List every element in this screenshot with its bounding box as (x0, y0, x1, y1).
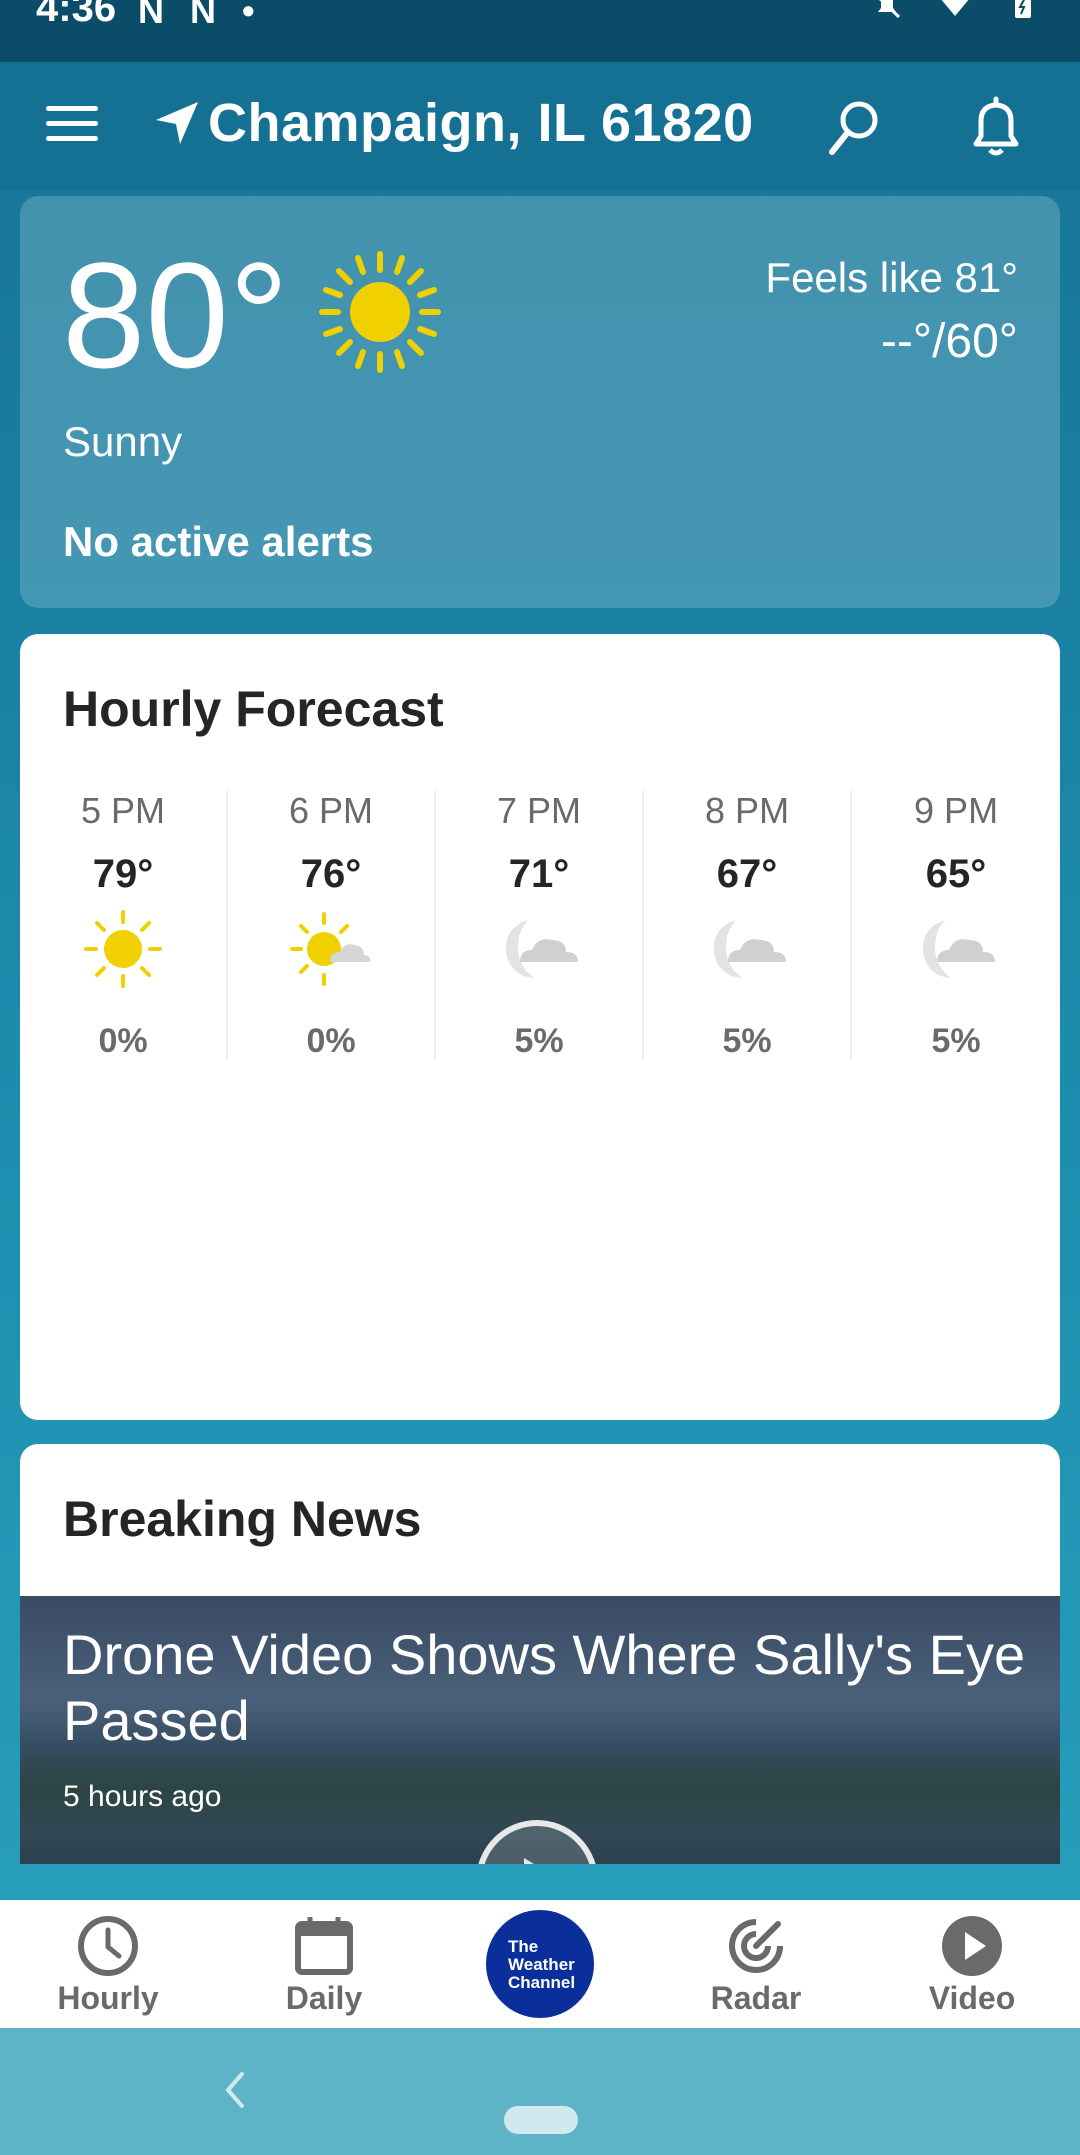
status-bar: 4:36 N N • (0, 0, 1080, 62)
bottom-navigation: Hourly Daily The Weather Channel Radar V… (0, 1900, 1080, 2028)
logo-text-line: Channel (508, 1973, 576, 1992)
hour-precip-chance: 5% (931, 1022, 981, 1060)
menu-icon[interactable] (46, 106, 98, 146)
hour-temperature: 67° (716, 852, 778, 896)
alerts-status[interactable]: No active alerts (63, 518, 374, 566)
nav-hourly[interactable]: Hourly (0, 1900, 216, 2028)
location-arrow-icon (156, 102, 198, 144)
silent-icon (878, 0, 901, 18)
hour-temperature: 71° (508, 852, 570, 896)
hour-precip-chance: 5% (514, 1022, 564, 1060)
hour-precip-chance: 0% (306, 1022, 356, 1060)
hour-precip-chance: 5% (722, 1022, 772, 1060)
breaking-news-title: Breaking News (63, 1491, 422, 1547)
hourly-forecast-card: Hourly Forecast 5 PM 79° 0% 6 PM 76° 0% … (20, 634, 1060, 1420)
clock-icon (78, 1916, 138, 1976)
nav-label: Video (928, 1980, 1016, 2016)
hourly-item[interactable]: 9 PM 65° 5% (852, 790, 1060, 1060)
play-icon[interactable] (474, 1818, 600, 1864)
breaking-news-card: Breaking News Drone Video Shows Where Sa… (20, 1444, 1060, 1864)
sun-icon (319, 251, 441, 373)
hourly-item[interactable]: 5 PM 79° 0% (20, 790, 229, 1060)
news-headline[interactable]: Drone Video Shows Where Sally's Eye Pass… (63, 1622, 1043, 1754)
sun-icon (84, 910, 162, 988)
current-temperature: 80° (62, 231, 289, 399)
nav-daily[interactable]: Daily (216, 1900, 432, 2028)
sun-cloud-icon (290, 912, 371, 986)
back-icon[interactable] (220, 2068, 248, 2112)
hourly-item[interactable]: 6 PM 76° 0% (228, 790, 437, 1060)
nav-radar[interactable]: Radar (648, 1900, 864, 2028)
news-timestamp: 5 hours ago (63, 1780, 222, 1813)
wifi-icon (941, 0, 969, 16)
location-selector[interactable]: Champaign, IL 61820 (152, 92, 754, 154)
logo-text-line: The (508, 1937, 539, 1956)
app-header: Champaign, IL 61820 (0, 62, 1080, 190)
home-button[interactable] (504, 2106, 578, 2134)
hour-temperature: 79° (92, 852, 154, 896)
hour-temperature: 76° (300, 852, 362, 896)
app-screen: 4:36 N N • Champaign, IL 61820 80° Feels… (0, 0, 1080, 2155)
status-icons (870, 0, 1040, 18)
play-icon (942, 1916, 1002, 1976)
hour-time: 6 PM (289, 790, 374, 831)
nav-label: Daily (285, 1980, 363, 2016)
moon-cloud-icon (922, 920, 996, 978)
hour-time: 5 PM (80, 790, 166, 831)
news-video-thumbnail[interactable]: Drone Video Shows Where Sally's Eye Pass… (20, 1596, 1060, 1864)
system-navigation-bar (0, 2028, 1080, 2155)
hourly-item[interactable]: 7 PM 71° 5% (436, 790, 645, 1060)
hour-precip-chance: 0% (98, 1022, 148, 1060)
hour-time: 9 PM (914, 790, 999, 831)
feels-like-temperature: Feels like 81° (765, 254, 1018, 301)
nav-weather-channel-home[interactable]: The Weather Channel (432, 1900, 648, 2028)
hourly-item[interactable]: 8 PM 67° 5% (644, 790, 853, 1060)
moon-cloud-icon (713, 920, 787, 978)
weather-channel-logo: The Weather Channel (486, 1910, 594, 2018)
hourly-forecast-title: Hourly Forecast (63, 681, 444, 737)
notification-icons: N N • (138, 0, 263, 31)
hour-temperature: 65° (925, 852, 987, 896)
moon-cloud-icon (505, 920, 579, 978)
battery-icon (1015, 0, 1031, 18)
current-condition: Sunny (63, 418, 183, 465)
nav-label: Hourly (57, 1980, 159, 2016)
hourly-forecast-list[interactable]: 5 PM 79° 0% 6 PM 76° 0% 7 PM 71° 5% 8 PM… (20, 790, 1060, 1060)
current-conditions-card[interactable]: 80° Feels like 81° --°/60° Sunny No acti… (20, 196, 1060, 608)
nav-video[interactable]: Video (864, 1900, 1080, 2028)
radar-icon (729, 1919, 783, 1973)
logo-text-line: Weather (508, 1955, 575, 1974)
hour-time: 8 PM (705, 790, 790, 831)
search-icon[interactable] (826, 98, 882, 158)
nav-label: Radar (710, 1980, 802, 2016)
calendar-icon (295, 1917, 353, 1975)
bell-icon[interactable] (966, 96, 1026, 158)
status-time: 4:36 (36, 0, 117, 30)
location-name: Champaign, IL 61820 (208, 93, 754, 153)
hour-time: 7 PM (497, 790, 582, 831)
high-low-temperature: --°/60° (880, 315, 1018, 368)
